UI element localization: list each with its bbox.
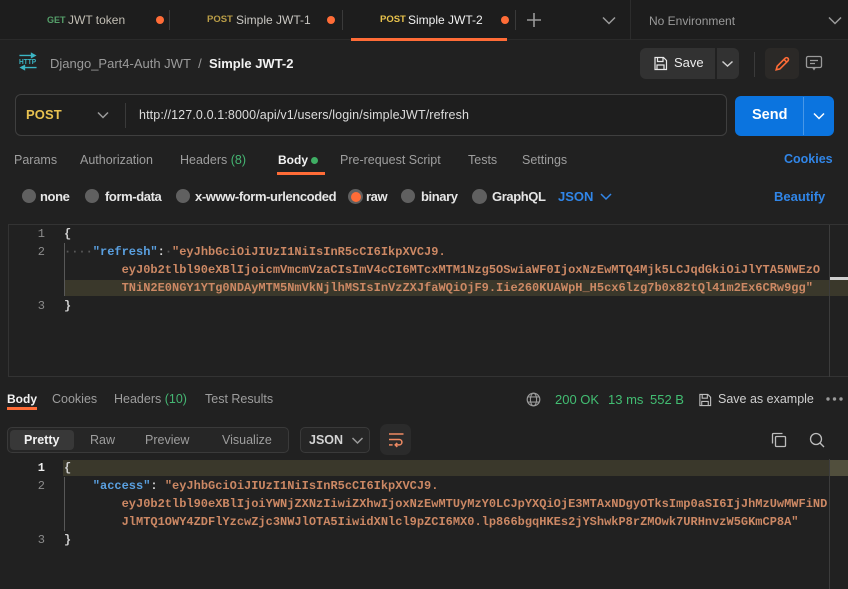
svg-text:HTTP: HTTP	[19, 57, 37, 66]
